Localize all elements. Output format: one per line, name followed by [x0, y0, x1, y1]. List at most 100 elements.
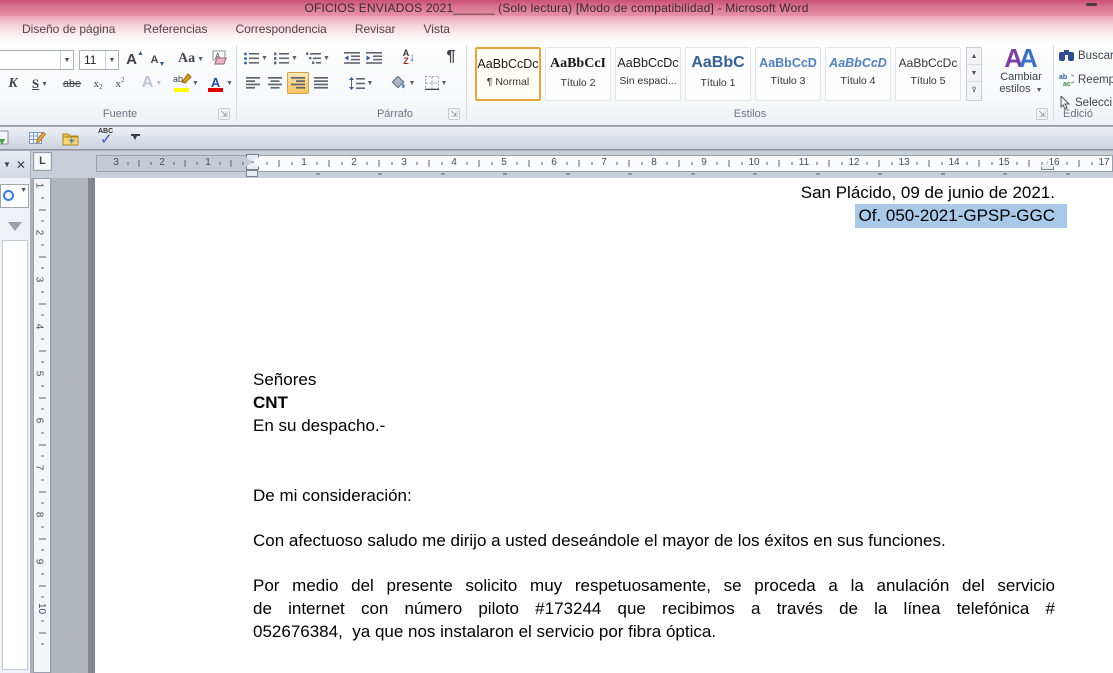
ruler-number: 4	[33, 324, 44, 330]
multilevel-list-button[interactable]: ▼	[303, 48, 333, 68]
style-name: Título 1	[686, 77, 750, 89]
style-normal[interactable]: AaBbCcDc ¶ Normal	[475, 47, 541, 101]
date-line[interactable]: San Plácido, 09 de junio de 2021.	[253, 181, 1055, 204]
ref-line[interactable]: Of. 050-2021-GPSP-GGC	[253, 204, 1055, 227]
ruler-tick	[1016, 162, 1017, 165]
ruler-number: 3	[33, 277, 44, 283]
subscript-button[interactable]: x2	[88, 74, 108, 94]
grow-font-button[interactable]: A ▲	[124, 48, 146, 70]
clear-formatting-button[interactable]: A	[210, 47, 232, 69]
sort-button[interactable]: A Z ↓	[396, 46, 422, 68]
body-paragraph-1[interactable]: Con afectuoso saludo me dirijo a usted d…	[253, 529, 1055, 552]
style-titulo-5[interactable]: AaBbCcDc Título 5	[895, 47, 961, 101]
underline-button[interactable]: S ▼	[26, 74, 54, 94]
tab-vista[interactable]: Vista	[410, 19, 464, 39]
document-background: San Plácido, 09 de junio de 2021. Of. 05…	[52, 178, 1113, 673]
style-name: ¶ Normal	[477, 76, 539, 88]
ruler-tick	[41, 291, 44, 292]
ruler-tick	[41, 503, 44, 504]
style-titulo-1[interactable]: AaBbC Título 1	[685, 47, 751, 101]
folder-icon[interactable]: ✳	[62, 129, 80, 147]
panel-expand-icon[interactable]	[8, 222, 22, 231]
font-size-combo[interactable]: 11 ▼	[79, 50, 119, 70]
fuente-dialog-launcher[interactable]: ⇲	[218, 108, 230, 120]
styles-more-icon[interactable]: ⊽	[967, 82, 981, 99]
styles-scroll-up-icon[interactable]: ▲	[967, 48, 981, 65]
ruler-tick	[666, 162, 667, 165]
font-name-combo[interactable]: oma ▼	[0, 50, 74, 70]
panel-close-icon[interactable]: ✕	[16, 158, 26, 172]
reemplazar-button[interactable]: ab ac Reemp	[1059, 73, 1113, 86]
font-color-button[interactable]: A ▼	[206, 72, 234, 94]
superscript-button[interactable]: x2	[110, 74, 130, 94]
numbering-button[interactable]: ▼	[272, 48, 300, 68]
strikethrough-button[interactable]: abe	[58, 74, 86, 94]
body-paragraph-2-line-2[interactable]: de internet con número piloto #173244 qu…	[253, 597, 1055, 620]
grow-arrow-icon: ▲	[137, 50, 144, 57]
ruler-tick	[891, 162, 892, 165]
increase-indent-button[interactable]	[364, 48, 384, 68]
borders-button[interactable]: ▼	[420, 72, 452, 94]
decrease-indent-button[interactable]	[342, 48, 362, 68]
minimize-icon[interactable]	[1086, 3, 1097, 6]
bullets-button[interactable]: ▼	[243, 48, 269, 68]
addressee-line-3[interactable]: En su despacho.-	[253, 414, 1055, 437]
highlight-color-button[interactable]: ab ▼	[170, 72, 202, 94]
qat-customize-dropdown[interactable]: ▼	[126, 129, 144, 147]
edit-table-icon[interactable]	[28, 129, 46, 147]
tab-revisar[interactable]: Revisar	[341, 19, 410, 39]
tab-correspondencia[interactable]: Correspondencia	[221, 19, 340, 39]
ruler-tick	[929, 160, 930, 167]
parrafo-dialog-launcher[interactable]: ⇲	[448, 108, 460, 120]
style-titulo-2[interactable]: AaBbCcI Título 2	[545, 47, 611, 101]
align-left-button[interactable]	[243, 73, 263, 93]
tab-stop-selector[interactable]: L	[33, 152, 52, 171]
styles-scroll-down-icon[interactable]: ▼	[967, 65, 981, 82]
salutation-line[interactable]: De mi consideración:	[253, 484, 1055, 507]
ruler-tick	[566, 162, 567, 165]
shrink-font-button[interactable]: A ▼	[148, 50, 168, 70]
style-sin-espaciado[interactable]: AaBbCcDc Sin espaci...	[615, 47, 681, 101]
left-indent-marker[interactable]	[246, 170, 258, 177]
styles-gallery-scrollbar[interactable]: ▲ ▼ ⊽	[966, 47, 982, 101]
cambiar-estilos-button[interactable]: AA Cambiar estilos ▼	[990, 46, 1052, 95]
body-paragraph-2-line-3[interactable]: 052676384, ya que nos instalaron el serv…	[253, 620, 1055, 643]
default-tab-stop	[691, 173, 695, 175]
style-titulo-4[interactable]: AaBbCcD Título 4	[825, 47, 891, 101]
tab-diseno-de-pagina[interactable]: Diseño de página	[8, 19, 129, 39]
panel-search-combo[interactable]: ▼	[0, 184, 29, 208]
style-preview: AaBbCcD	[756, 56, 820, 70]
ruler-tick	[41, 221, 44, 222]
line-spacing-button[interactable]: ▼	[346, 72, 376, 94]
addressee-line-1[interactable]: Señores	[253, 368, 1055, 391]
italic-button[interactable]: K	[4, 74, 22, 94]
text-effects-button[interactable]: A ▼	[138, 72, 166, 94]
estilos-dialog-launcher[interactable]: ⇲	[1036, 108, 1048, 120]
ruler-number: 13	[898, 157, 909, 168]
document-icon[interactable]	[0, 129, 10, 147]
document-page[interactable]: San Plácido, 09 de junio de 2021. Of. 05…	[95, 178, 1113, 673]
change-case-button[interactable]: Aa ▼	[176, 48, 206, 70]
show-hide-pilcrow-button[interactable]: ¶	[440, 46, 462, 68]
ruler-tick	[41, 456, 44, 457]
panel-results-list[interactable]	[2, 240, 28, 670]
style-titulo-3[interactable]: AaBbCcD Título 3	[755, 47, 821, 101]
selected-text[interactable]: Of. 050-2021-GPSP-GGC	[855, 204, 1067, 228]
panel-menu-icon[interactable]: ▼	[3, 160, 11, 169]
addressee-line-2[interactable]: CNT	[253, 391, 1055, 414]
shading-button[interactable]: ▼	[388, 72, 418, 94]
align-right-button[interactable]	[287, 72, 309, 94]
body-paragraph-2-line-1[interactable]: Por medio del presente solicito muy resp…	[253, 574, 1055, 597]
chevron-down-icon: ▼	[226, 80, 233, 87]
justify-button[interactable]	[311, 73, 331, 93]
buscar-button[interactable]: Buscar	[1059, 50, 1113, 62]
font-size-dropdown-icon[interactable]: ▼	[105, 51, 118, 69]
ruler-tick	[41, 550, 44, 551]
tab-referencias[interactable]: Referencias	[129, 19, 221, 39]
spelling-grammar-icon[interactable]: ABC ✓	[96, 129, 118, 147]
chevron-down-icon: ▼	[192, 80, 199, 87]
align-center-button[interactable]	[265, 73, 285, 93]
ruler-tick	[41, 479, 44, 480]
vertical-ruler[interactable]: 12345678910	[33, 178, 51, 673]
font-name-dropdown-icon[interactable]: ▼	[60, 51, 73, 69]
